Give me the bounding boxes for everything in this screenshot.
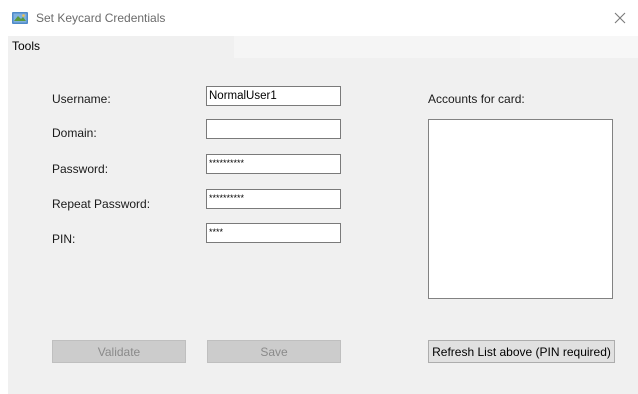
pin-field[interactable]: **** [206, 223, 341, 243]
refresh-list-button[interactable]: Refresh List above (PIN required) [428, 340, 615, 363]
menu-item-tools[interactable]: Tools [10, 39, 42, 53]
password-field[interactable]: ********** [206, 154, 341, 174]
domain-label: Domain: [52, 126, 97, 140]
window-title: Set Keycard Credentials [36, 11, 166, 25]
close-icon[interactable] [612, 10, 628, 26]
keycard-app-icon [12, 12, 28, 24]
validate-button[interactable]: Validate [52, 340, 186, 363]
title-bar[interactable]: Set Keycard Credentials [0, 0, 638, 36]
save-button[interactable]: Save [207, 340, 341, 363]
accounts-label: Accounts for card: [428, 92, 525, 106]
menu-bar-segment [234, 36, 520, 58]
repeat-password-field[interactable]: ********** [206, 189, 341, 209]
pin-label: PIN: [52, 232, 76, 246]
domain-field[interactable] [206, 119, 341, 139]
menu-bar-segment [520, 36, 638, 58]
username-field[interactable]: NormalUser1 [206, 86, 341, 106]
repeat-password-label: Repeat Password: [52, 197, 151, 211]
username-label: Username: [52, 92, 111, 106]
menu-bar: Tools [8, 36, 638, 58]
accounts-listbox[interactable] [428, 119, 613, 299]
password-label: Password: [52, 162, 109, 176]
